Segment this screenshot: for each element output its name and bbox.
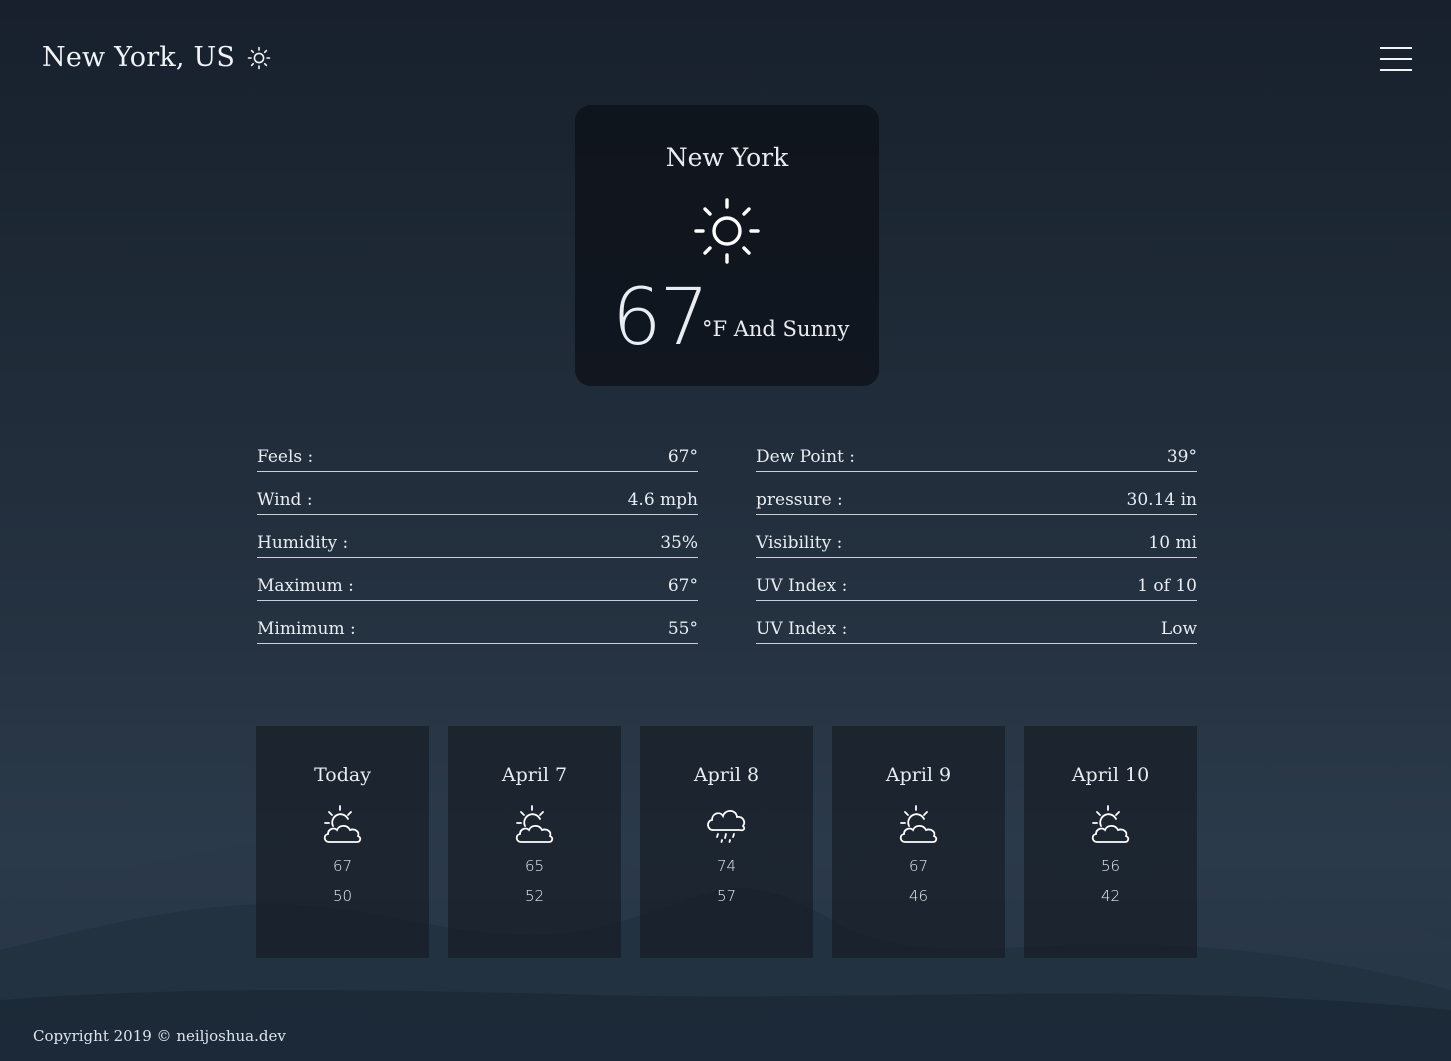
detail-value: 10 mi	[1148, 533, 1197, 553]
forecast-day: Today	[314, 764, 371, 786]
detail-label: Wind :	[257, 490, 313, 510]
forecast-card-april-7[interactable]: April 7 65 52	[448, 726, 621, 958]
detail-label: Visibility :	[756, 533, 843, 553]
forecast-low: 57	[716, 887, 737, 905]
menu-line	[1380, 58, 1412, 60]
detail-value: 67°	[667, 447, 698, 467]
forecast-card-april-8[interactable]: April 8 74 57	[640, 726, 813, 958]
details-left-column: Feels : 67° Wind : 4.6 mph Humidity : 35…	[257, 436, 698, 651]
detail-row-humidity: Humidity : 35%	[257, 522, 698, 558]
forecast-low: 52	[524, 887, 545, 905]
detail-label: pressure :	[756, 490, 843, 510]
detail-row-pressure: pressure : 30.14 in	[756, 479, 1197, 515]
sun-icon	[694, 198, 760, 264]
partly-cloudy-icon	[323, 805, 362, 843]
detail-row-maximum: Maximum : 67°	[257, 565, 698, 601]
detail-value: 39°	[1166, 447, 1197, 467]
partly-cloudy-icon	[1091, 805, 1130, 843]
detail-value: 67°	[667, 576, 698, 596]
detail-label: UV Index :	[756, 576, 848, 596]
current-weather-card: New York 67 °F And Sunny	[575, 105, 879, 386]
detail-row-feels: Feels : 67°	[257, 436, 698, 472]
menu-line	[1380, 47, 1412, 49]
hamburger-menu-icon[interactable]	[1380, 47, 1412, 75]
forecast-high: 67	[332, 857, 353, 875]
forecast-day: April 10	[1071, 764, 1150, 786]
detail-value: 1 of 10	[1137, 576, 1197, 596]
forecast-low: 46	[908, 887, 929, 905]
detail-label: Feels :	[257, 447, 314, 467]
current-city: New York	[665, 143, 789, 172]
detail-value: Low	[1160, 619, 1197, 639]
detail-row-wind: Wind : 4.6 mph	[257, 479, 698, 515]
detail-row-visibility: Visibility : 10 mi	[756, 522, 1197, 558]
forecast-list: Today 67 50 April 7 65 52 April 8 74 57 …	[256, 726, 1197, 958]
header-location: New York, US	[42, 42, 271, 73]
forecast-day: April 7	[501, 764, 568, 786]
partly-cloudy-icon	[515, 805, 554, 843]
forecast-low: 42	[1100, 887, 1121, 905]
rain-icon	[707, 809, 746, 843]
forecast-high: 67	[908, 857, 929, 875]
detail-label: UV Index :	[756, 619, 848, 639]
forecast-day: April 8	[693, 764, 760, 786]
detail-label: Dew Point :	[756, 447, 855, 467]
detail-label: Mimimum :	[257, 619, 356, 639]
detail-label: Humidity :	[257, 533, 349, 553]
forecast-day: April 9	[885, 764, 952, 786]
detail-label: Maximum :	[257, 576, 354, 596]
detail-value: 4.6 mph	[627, 490, 698, 510]
detail-row-uv-level: UV Index : Low	[756, 608, 1197, 644]
forecast-card-today[interactable]: Today 67 50	[256, 726, 429, 958]
detail-value: 35%	[660, 533, 698, 553]
detail-value: 30.14 in	[1126, 490, 1197, 510]
forecast-card-april-10[interactable]: April 10 56 42	[1024, 726, 1197, 958]
detail-row-uv-index: UV Index : 1 of 10	[756, 565, 1197, 601]
sun-icon	[247, 46, 271, 69]
detail-row-dew-point: Dew Point : 39°	[756, 436, 1197, 472]
detail-row-minimum: Mimimum : 55°	[257, 608, 698, 644]
forecast-high: 65	[524, 857, 545, 875]
partly-cloudy-icon	[899, 805, 938, 843]
forecast-high: 74	[716, 857, 737, 875]
forecast-card-april-9[interactable]: April 9 67 46	[832, 726, 1005, 958]
details-right-column: Dew Point : 39° pressure : 30.14 in Visi…	[756, 436, 1197, 651]
detail-value: 55°	[667, 619, 698, 639]
location-title: New York, US	[42, 42, 236, 73]
current-temperature: 67	[612, 273, 709, 363]
forecast-high: 56	[1100, 857, 1121, 875]
footer-copyright: Copyright 2019 © neiljoshua.dev	[33, 1027, 286, 1045]
forecast-low: 50	[332, 887, 353, 905]
current-condition: °F And Sunny	[702, 317, 850, 341]
menu-line	[1380, 69, 1412, 71]
